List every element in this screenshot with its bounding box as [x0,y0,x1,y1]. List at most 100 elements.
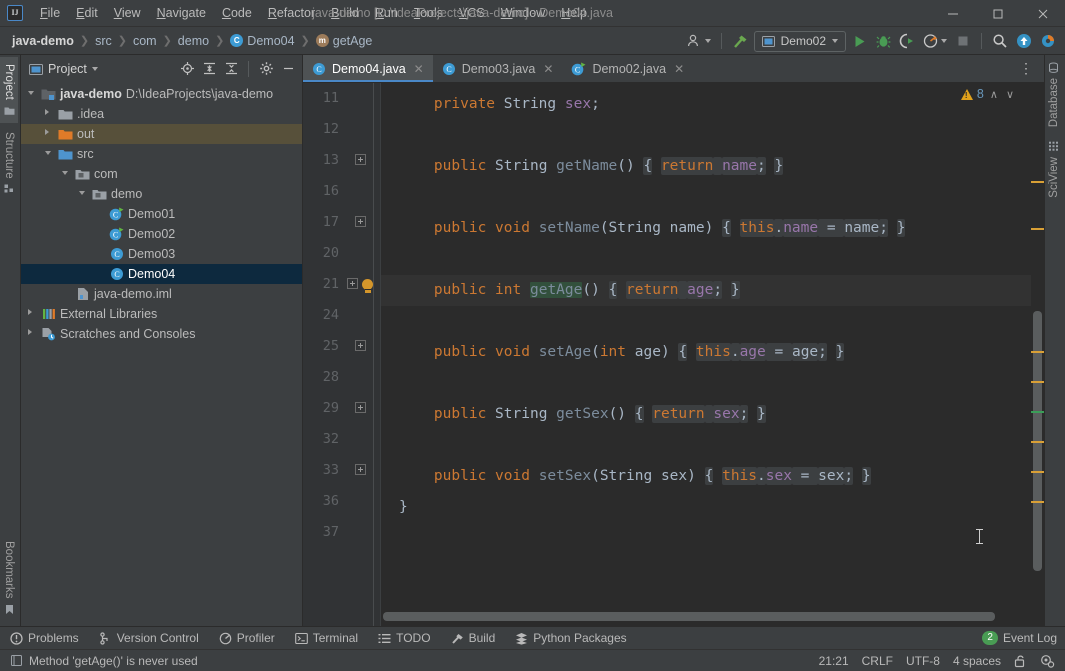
menu-code[interactable]: Code [214,2,260,24]
fold-expand-icon[interactable] [354,340,366,351]
code-line[interactable]: public void setSex(String sex) { this.se… [381,461,1044,492]
fold-expand-icon[interactable] [354,154,366,165]
config-icon[interactable] [1040,654,1055,668]
tree-node-java-demo-iml[interactable]: java-demo.iml [21,284,302,304]
sidebar-item-sciview[interactable]: SciView [1045,134,1063,205]
plugin-button[interactable] [1037,30,1059,52]
inspection-widget[interactable]: 8 ∧ ∨ [960,87,1016,101]
code-line[interactable] [381,368,1044,399]
editor-tab-demo04[interactable]: C Demo04.java ✕ [303,55,433,82]
menu-run[interactable]: Run [367,2,406,24]
breadcrumb-item-com[interactable]: com [129,32,161,50]
fold-expand-icon[interactable] [354,216,366,227]
event-log-button[interactable]: 2 Event Log [982,631,1065,645]
stop-button[interactable] [952,30,974,52]
breadcrumb-item-getage[interactable]: m getAge [312,32,377,50]
tree-node-external-libraries[interactable]: External Libraries [21,304,302,324]
sidebar-item-database[interactable]: Database [1045,55,1063,134]
run-configuration-selector[interactable]: Demo02 [753,30,846,52]
breadcrumb-item-demo04[interactable]: C Demo04 [226,32,298,50]
line-separator[interactable]: CRLF [862,654,893,668]
chevron-down-icon[interactable] [78,189,88,199]
locate-file-button[interactable] [177,59,197,79]
account-button[interactable] [684,30,714,52]
code-line[interactable]: public void setAge(int age) { this.age =… [381,337,1044,368]
indent-setting[interactable]: 4 spaces [953,654,1001,668]
warning-marker[interactable] [1031,441,1044,443]
tree-node-java-demo[interactable]: java-demo D:\IdeaProjects\java-demo [21,84,302,104]
editor-vertical-scrollbar[interactable] [1031,83,1044,610]
change-marker[interactable] [1031,411,1044,413]
tree-node-out[interactable]: out [21,124,302,144]
tabs-overflow-button[interactable]: ⋮ [1009,55,1044,82]
caret-position[interactable]: 21:21 [819,654,849,668]
menu-build[interactable]: Build [323,2,367,24]
chevron-down-icon[interactable] [27,89,37,99]
tree-node-demo[interactable]: demo [21,184,302,204]
chevron-down-icon[interactable] [61,169,71,179]
file-encoding[interactable]: UTF-8 [906,654,940,668]
code-line[interactable] [381,523,1044,554]
close-tab-icon[interactable]: ✕ [414,62,424,76]
tree-node-scratches-and-consoles[interactable]: Scratches and Consoles [21,324,302,344]
menu-navigate[interactable]: Navigate [149,2,214,24]
close-button[interactable] [1020,0,1065,27]
breadcrumb-item-java-demo[interactable]: java-demo [8,32,78,50]
menu-refactor[interactable]: Refactor [260,2,323,24]
tool-window-python-packages[interactable]: Python Packages [505,627,636,650]
tree-node--idea[interactable]: .idea [21,104,302,124]
project-panel-caret-icon[interactable] [91,66,98,71]
maximize-button[interactable] [975,0,1020,27]
code-line[interactable] [381,244,1044,275]
code-line[interactable]: public int getAge() { return age; } [381,275,1044,306]
menu-view[interactable]: View [106,2,149,24]
chevron-right-icon[interactable] [44,129,54,139]
menu-help[interactable]: Help [553,2,595,24]
horizontal-scroll-thumb[interactable] [383,612,995,621]
chevron-right-icon[interactable] [27,309,37,319]
intention-bulb-icon[interactable] [362,279,373,293]
expand-all-button[interactable] [199,59,219,79]
warning-marker[interactable] [1031,181,1044,183]
editor-tab-demo03[interactable]: C Demo03.java ✕ [433,55,563,82]
tree-node-demo04[interactable]: C Demo04 [21,264,302,284]
tree-node-demo01[interactable]: C Demo01 [21,204,302,224]
code-line[interactable]: public String getName() { return name; } [381,151,1044,182]
code-line[interactable] [381,120,1044,151]
tool-window-terminal[interactable]: Terminal [285,627,368,650]
menu-file[interactable]: File [32,2,68,24]
tool-window-todo[interactable]: TODO [368,627,440,650]
editor-tab-demo02[interactable]: C Demo02.java ✕ [562,55,693,82]
breadcrumb-item-demo[interactable]: demo [174,32,213,50]
menu-vcs[interactable]: VCS [451,2,493,24]
sidebar-item-structure[interactable]: Structure [0,125,18,202]
warning-marker[interactable] [1031,381,1044,383]
run-with-coverage-button[interactable] [896,30,918,52]
debug-button[interactable] [872,30,894,52]
sidebar-item-project[interactable]: Project [0,57,18,123]
code-editor[interactable]: 11 12 13 16 17 20 21 24 25 28 29 32 33 36 37 private S… [303,83,1044,626]
close-tab-icon[interactable]: ✕ [543,62,553,76]
code-line[interactable]: public void setName(String name) { this.… [381,213,1044,244]
warning-marker[interactable] [1031,471,1044,473]
next-problem-button[interactable]: ∨ [1004,88,1016,101]
code-line[interactable] [381,430,1044,461]
hide-panel-button[interactable] [278,59,298,79]
tool-window-profiler[interactable]: Profiler [209,627,285,650]
search-everywhere-button[interactable] [989,30,1011,52]
code-line[interactable]: private String sex; [381,89,1044,120]
minimize-button[interactable] [930,0,975,27]
tree-node-demo03[interactable]: C Demo03 [21,244,302,264]
tree-node-com[interactable]: com [21,164,302,184]
warning-marker[interactable] [1031,501,1044,503]
tree-node-demo02[interactable]: C Demo02 [21,224,302,244]
fold-expand-icon[interactable] [354,402,366,413]
code-content[interactable]: private String sex; public String getNam… [381,83,1044,626]
close-tab-icon[interactable]: ✕ [674,62,684,76]
breadcrumb-item-src[interactable]: src [91,32,116,50]
run-button[interactable] [848,30,870,52]
tool-window-version-control[interactable]: Version Control [89,627,209,650]
previous-problem-button[interactable]: ∧ [988,88,1000,101]
code-line[interactable] [381,182,1044,213]
chevron-right-icon[interactable] [44,109,54,119]
